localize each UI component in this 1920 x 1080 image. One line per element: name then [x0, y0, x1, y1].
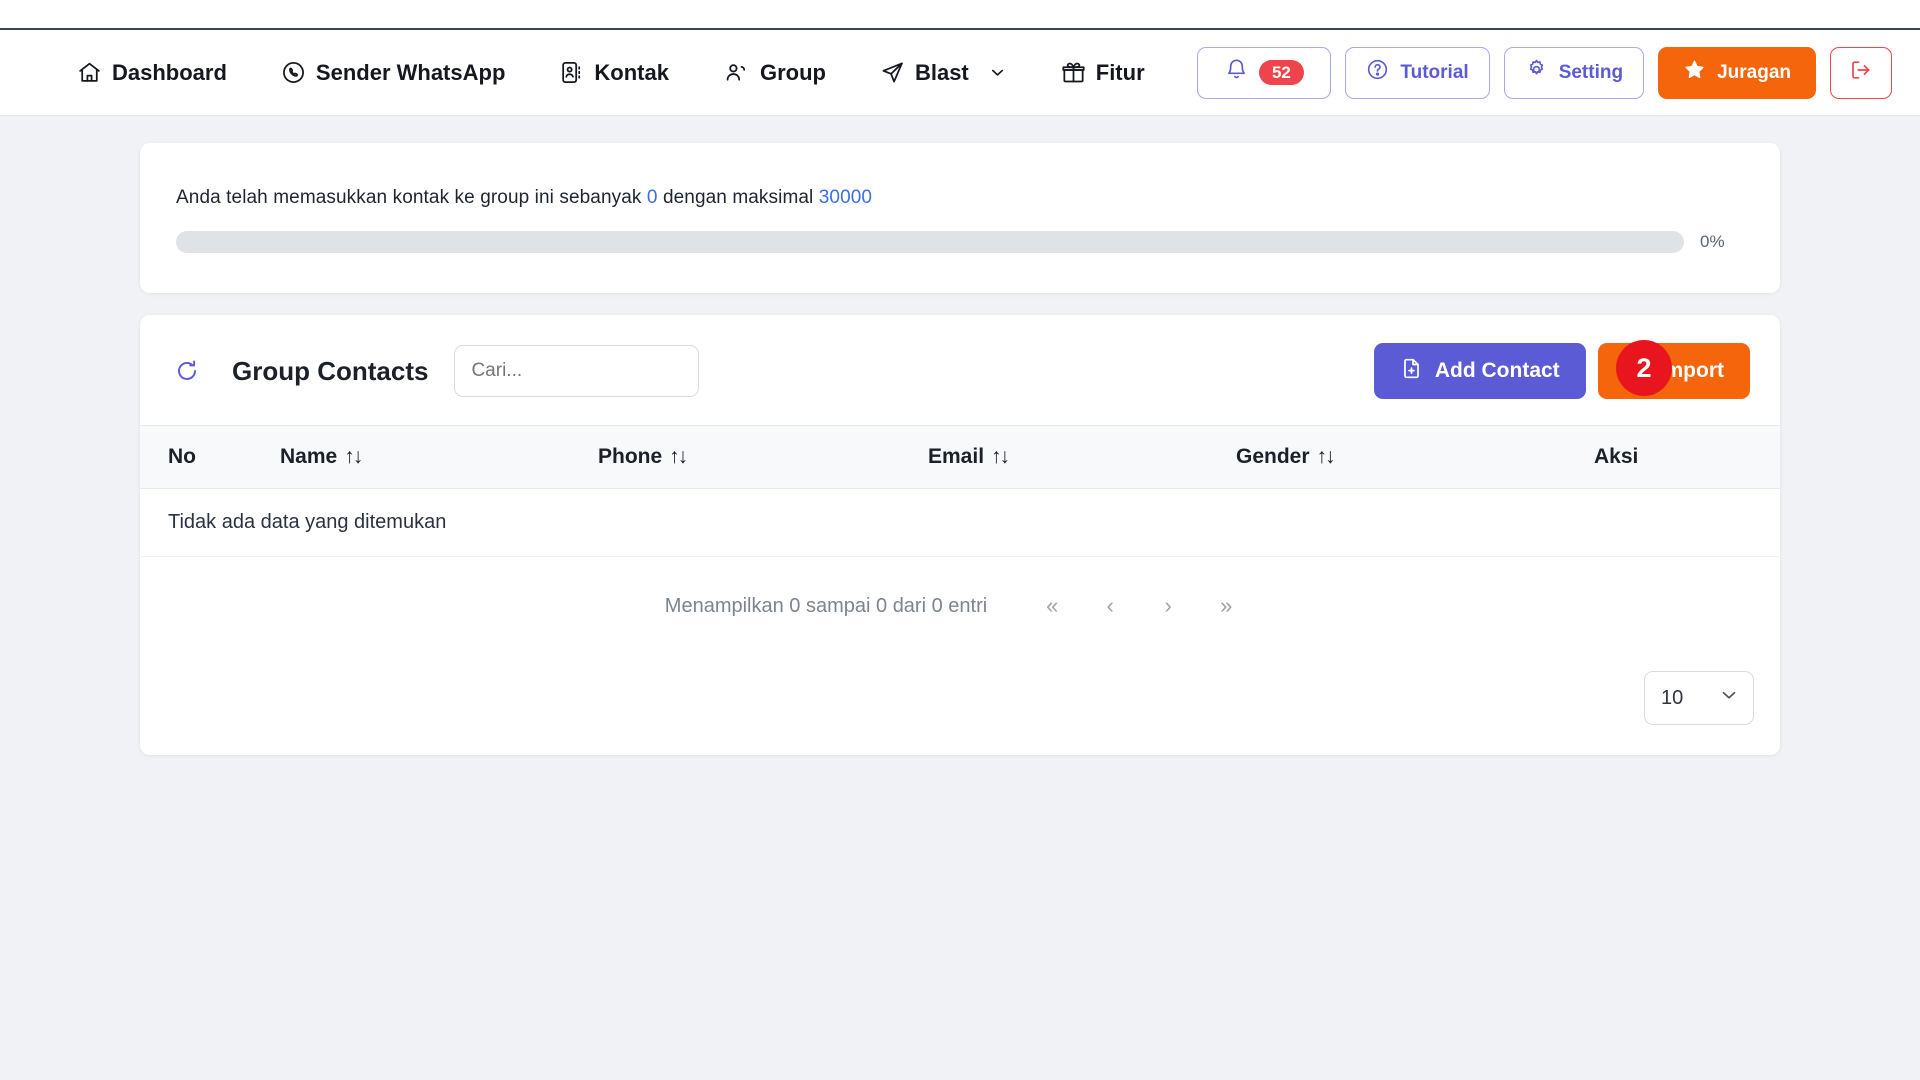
nav-label-kontak: Kontak: [594, 59, 669, 85]
empty-state-message: Tidak ada data yang ditemukan: [140, 488, 1780, 557]
notifications-button[interactable]: 52: [1197, 46, 1332, 99]
pagination-next-button[interactable]: ›: [1139, 593, 1197, 619]
pagination-first-button[interactable]: «: [1023, 593, 1081, 619]
main-navbar: Dashboard Sender WhatsApp Kontak Group B…: [0, 30, 1920, 115]
nav-label-blast: Blast: [914, 59, 969, 85]
juragan-button[interactable]: Juragan: [1658, 46, 1816, 99]
navbar-actions: 52 Tutorial Setting Juragan: [1197, 46, 1892, 99]
chevron-down-icon: [988, 63, 1007, 82]
home-icon: [77, 60, 102, 85]
add-contact-button[interactable]: Add Contact: [1373, 343, 1586, 399]
sort-icon-gender[interactable]: ↑↓: [1317, 445, 1336, 468]
pagination: Menampilkan 0 sampai 0 dari 0 entri « ‹ …: [140, 557, 1780, 619]
quota-text: Anda telah memasukkan kontak ke group in…: [176, 187, 1744, 209]
column-header-name[interactable]: Name ↑↓: [280, 426, 598, 489]
quota-text-before: Anda telah memasukkan kontak ke group in…: [176, 187, 642, 208]
quota-progress-percent: 0%: [1700, 232, 1725, 251]
navbar-links: Dashboard Sender WhatsApp Kontak Group B…: [50, 60, 1172, 86]
tutorial-button[interactable]: Tutorial: [1345, 46, 1490, 99]
gear-icon: [1525, 58, 1548, 87]
nav-label-dashboard: Dashboard: [112, 59, 227, 85]
main-content: Anda telah memasukkan kontak ke group in…: [0, 115, 1920, 755]
column-label-phone: Phone: [598, 445, 663, 468]
column-header-aksi: Aksi: [1594, 426, 1780, 489]
table-body: Tidak ada data yang ditemukan: [140, 488, 1780, 557]
notification-count-badge: 52: [1258, 60, 1304, 85]
quota-progress-row: 0%: [176, 231, 1744, 253]
group-contacts-card: Group Contacts Add Contact: [140, 315, 1780, 755]
column-label-no: No: [168, 445, 196, 468]
page-size-select[interactable]: 10: [1644, 671, 1754, 725]
quota-current-value: 0: [646, 187, 658, 208]
juragan-label: Juragan: [1717, 61, 1791, 83]
column-header-phone[interactable]: Phone ↑↓: [598, 426, 928, 489]
table-header-row: No Name ↑↓ Phone ↑↓ Email ↑↓ Gender ↑↓ A…: [140, 425, 1780, 489]
refresh-icon[interactable]: [174, 358, 200, 384]
page-size-value: 10: [1661, 686, 1684, 709]
quota-card: Anda telah memasukkan kontak ke group in…: [140, 143, 1780, 293]
file-plus-icon: [1400, 357, 1423, 386]
users-icon: [723, 60, 750, 85]
step-marker-2: 2: [1616, 340, 1672, 396]
pagination-buttons: « ‹ › »: [1023, 593, 1255, 619]
column-header-email[interactable]: Email ↑↓: [928, 426, 1236, 489]
column-label-aksi: Aksi: [1594, 445, 1639, 468]
gift-icon: [1061, 60, 1086, 85]
chevron-down-icon: [1718, 684, 1740, 712]
logout-icon: [1849, 58, 1873, 88]
group-contacts-actions: Add Contact Import 2: [1373, 340, 1750, 399]
whatsapp-icon: [281, 60, 306, 85]
nav-label-fitur: Fitur: [1095, 59, 1145, 85]
group-contacts-header: Group Contacts Add Contact: [140, 315, 1780, 425]
setting-label: Setting: [1558, 61, 1624, 83]
nav-item-kontak[interactable]: Kontak: [532, 60, 696, 86]
sort-icon-phone[interactable]: ↑↓: [669, 445, 688, 468]
group-contacts-title: Group Contacts: [232, 355, 429, 386]
pagination-info: Menampilkan 0 sampai 0 dari 0 entri: [664, 594, 988, 617]
quota-text-middle: dengan maksimal: [662, 187, 814, 208]
send-icon: [880, 60, 905, 85]
pagination-prev-button[interactable]: ‹: [1081, 593, 1139, 619]
quota-progress-bar: [176, 231, 1684, 253]
table-empty-row: Tidak ada data yang ditemukan: [140, 488, 1780, 557]
table-header: No Name ↑↓ Phone ↑↓ Email ↑↓ Gender ↑↓ A…: [140, 425, 1780, 489]
setting-button[interactable]: Setting: [1503, 46, 1645, 99]
nav-label-sender-whatsapp: Sender WhatsApp: [315, 59, 506, 85]
window-top-strip: [0, 0, 1920, 30]
nav-label-group: Group: [759, 59, 826, 85]
add-contact-label: Add Contact: [1434, 359, 1560, 382]
nav-item-group[interactable]: Group: [696, 60, 853, 86]
logout-button[interactable]: [1830, 46, 1892, 99]
page-size-row: 10: [140, 619, 1780, 725]
pagination-last-button[interactable]: »: [1197, 593, 1255, 619]
tutorial-label: Tutorial: [1400, 61, 1469, 83]
column-header-no: No: [140, 426, 280, 489]
contact-card-icon: [559, 60, 584, 85]
sort-icon-email[interactable]: ↑↓: [991, 445, 1010, 468]
group-contacts-table: No Name ↑↓ Phone ↑↓ Email ↑↓ Gender ↑↓ A…: [140, 425, 1780, 557]
star-icon: [1683, 58, 1706, 87]
sort-icon-name[interactable]: ↑↓: [344, 445, 363, 468]
nav-item-fitur[interactable]: Fitur: [1034, 60, 1172, 86]
search-input[interactable]: [454, 345, 700, 397]
column-label-name: Name: [280, 445, 338, 468]
help-circle-icon: [1366, 58, 1389, 87]
bell-icon: [1225, 58, 1248, 87]
quota-max-value: 30000: [818, 187, 873, 208]
column-label-gender: Gender: [1236, 445, 1310, 468]
column-header-gender[interactable]: Gender ↑↓: [1236, 426, 1594, 489]
nav-item-dashboard[interactable]: Dashboard: [50, 60, 254, 86]
nav-item-sender-whatsapp[interactable]: Sender WhatsApp: [254, 60, 532, 86]
nav-item-blast[interactable]: Blast: [853, 60, 1034, 86]
column-label-email: Email: [928, 445, 985, 468]
